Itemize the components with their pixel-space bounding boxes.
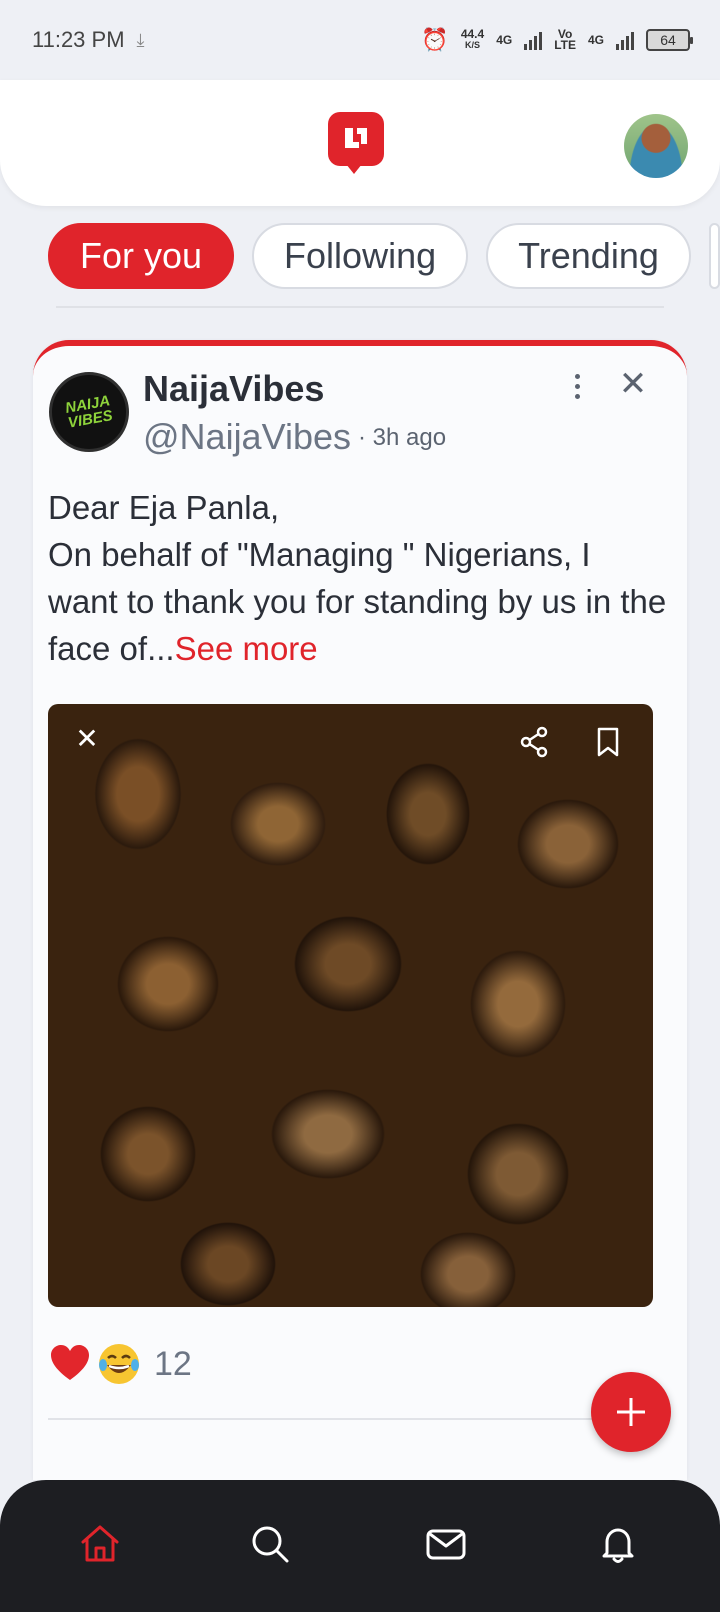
plus-icon — [617, 1398, 645, 1426]
more-options-icon[interactable] — [565, 366, 589, 406]
tab-following[interactable]: Following — [252, 223, 469, 289]
network-type-1: 4G — [496, 32, 513, 47]
app-header — [0, 80, 720, 206]
network-speed: 44.4 K/S — [460, 27, 485, 51]
nav-notifications[interactable] — [594, 1520, 642, 1568]
card-divider — [48, 1418, 653, 1420]
post-text-body: On behalf of "Managing " Nigerians, I wa… — [48, 536, 667, 667]
status-time: 11:23 PM — [32, 27, 125, 52]
post-image[interactable]: ✕ — [48, 704, 653, 1307]
bookmark-icon[interactable] — [594, 726, 622, 758]
volte-indicator: Vo LTE — [554, 28, 576, 52]
tabs-divider — [56, 306, 664, 308]
brand-logo-icon[interactable] — [328, 112, 384, 174]
post-time-value: 3h ago — [372, 424, 447, 451]
reaction-count: 12 — [154, 1344, 192, 1383]
volte-bottom: LTE — [554, 38, 576, 52]
battery-icon: 64 — [646, 29, 693, 51]
image-close-icon[interactable]: ✕ — [72, 724, 102, 754]
messages-icon — [426, 1529, 466, 1560]
brand-logo-glyph — [345, 128, 367, 148]
laughing-emoji-icon[interactable] — [96, 1341, 142, 1387]
search-icon — [252, 1526, 289, 1563]
home-icon — [81, 1525, 119, 1562]
reactions[interactable]: 12 — [48, 1341, 192, 1387]
post-text-line1: Dear Eja Panla, — [48, 489, 280, 526]
post-time: · 3h ago — [358, 424, 447, 451]
alarm-icon: ⏰ — [421, 27, 449, 52]
download-icon: ⤓ — [136, 29, 145, 50]
share-icon[interactable] — [518, 726, 550, 758]
author-handle[interactable]: @NaijaVibes — [143, 416, 351, 458]
user-avatar[interactable] — [624, 114, 688, 178]
status-indicators: ⏰ 44.4 K/S 4G Vo LTE 4G 64 — [421, 27, 693, 53]
author-avatar[interactable]: NAIJA VIBES — [49, 372, 129, 452]
close-icon[interactable]: ✕ — [615, 364, 651, 404]
feed-tabs: For you Following Trending — [0, 206, 720, 306]
status-bar: 11:23 PM ⤓ ⏰ 44.4 K/S 4G Vo LTE 4G 64 — [0, 0, 720, 80]
signal-icon — [524, 30, 543, 50]
network-speed-unit: K/S — [465, 40, 481, 50]
nav-home[interactable] — [76, 1520, 124, 1568]
author-name[interactable]: NaijaVibes — [143, 368, 324, 410]
signal-icon-2 — [616, 30, 634, 50]
author-avatar-badge: NAIJA VIBES — [64, 392, 114, 432]
network-type-1-label: 4G — [496, 32, 513, 47]
network-type-2-label: 4G — [587, 32, 604, 47]
create-post-button[interactable] — [591, 1372, 671, 1452]
see-more-link[interactable]: See more — [175, 630, 318, 667]
network-type-2: 4G — [587, 32, 604, 47]
tab-for-you[interactable]: For you — [48, 223, 235, 289]
tab-trending[interactable]: Trending — [486, 223, 691, 289]
battery-level: 64 — [660, 32, 676, 48]
bottom-nav — [0, 1480, 720, 1612]
post-card[interactable]: NAIJA VIBES NaijaVibes @NaijaVibes · 3h … — [33, 340, 687, 1480]
tab-more[interactable] — [708, 223, 720, 289]
notifications-icon — [602, 1528, 634, 1563]
post-text[interactable]: Dear Eja Panla, On behalf of "Managing "… — [48, 484, 668, 672]
nav-messages[interactable] — [422, 1520, 470, 1568]
heart-icon[interactable] — [48, 1342, 92, 1386]
network-speed-value: 44.4 — [460, 27, 485, 41]
nav-search[interactable] — [246, 1520, 294, 1568]
